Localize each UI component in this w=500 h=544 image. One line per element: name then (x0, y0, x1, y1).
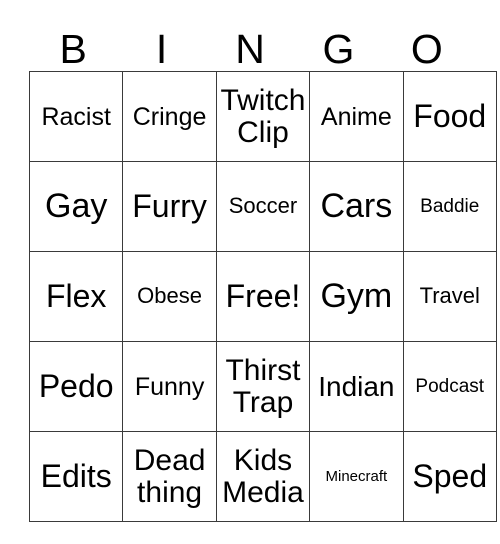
bingo-cell-n5[interactable]: Kids Media (215, 431, 311, 522)
bingo-cell-n4[interactable]: Thirst Trap (215, 341, 311, 432)
bingo-row: Gay Furry Soccer Cars Baddie (28, 161, 497, 252)
bingo-cell-label: Gay (45, 186, 108, 225)
bingo-cell-i3[interactable]: Obese (122, 251, 217, 342)
bingo-cell-label: Minecraft (325, 467, 388, 485)
bingo-cell-g3[interactable]: Gym (309, 251, 404, 342)
bingo-cell-g2[interactable]: Cars (309, 161, 404, 252)
bingo-cell-label: Obese (137, 283, 202, 309)
bingo-cell-n2[interactable]: Soccer (215, 161, 311, 252)
bingo-cell-g5[interactable]: Minecraft (309, 431, 404, 522)
bingo-cell-b3[interactable]: Flex (28, 251, 124, 342)
bingo-cell-label: Travel (419, 283, 480, 309)
bingo-cell-label: Flex (45, 277, 107, 314)
bingo-cell-b5[interactable]: Edits (28, 431, 124, 522)
bingo-cell-o1[interactable]: Food (402, 71, 497, 162)
bingo-grid: Racist Cringe Twitch Clip Anime Food Gay… (28, 71, 497, 522)
bingo-cell-label: Twitch Clip (220, 84, 306, 149)
bingo-cell-label: Indian (318, 370, 395, 402)
bingo-cell-label: Edits (40, 457, 112, 494)
bingo-row: Flex Obese Free! Gym Travel (28, 251, 497, 342)
bingo-cell-label: Racist (41, 102, 111, 131)
bingo-row: Racist Cringe Twitch Clip Anime Food (28, 71, 497, 162)
bingo-cell-o5[interactable]: Sped (402, 431, 497, 522)
bingo-cell-free-space[interactable]: Free! (215, 251, 311, 342)
bingo-cell-b2[interactable]: Gay (28, 161, 124, 252)
bingo-cell-o2[interactable]: Baddie (402, 161, 497, 252)
bingo-header-letter-g: G (322, 26, 355, 72)
bingo-cell-label: Gym (320, 276, 393, 315)
bingo-header-letter-o: O (410, 26, 443, 72)
bingo-cell-i2[interactable]: Furry (122, 161, 217, 252)
bingo-cell-b4[interactable]: Pedo (28, 341, 124, 432)
bingo-cell-label: Baddie (420, 195, 480, 217)
bingo-cell-label: Sped (412, 457, 488, 494)
bingo-cell-b1[interactable]: Racist (28, 71, 124, 162)
bingo-row: Edits Dead thing Kids Media Minecraft Sp… (28, 431, 497, 522)
bingo-cell-label: Pedo (38, 367, 114, 404)
bingo-cell-i4[interactable]: Funny (122, 341, 217, 432)
bingo-cell-i5[interactable]: Dead thing (122, 431, 217, 522)
bingo-cell-g4[interactable]: Indian (309, 341, 404, 432)
bingo-header-letter-n: N (235, 26, 265, 72)
bingo-cell-label: Funny (134, 372, 205, 401)
bingo-cell-n1[interactable]: Twitch Clip (215, 71, 311, 162)
bingo-cell-label: Free! (225, 277, 301, 314)
bingo-cell-label: Cringe (132, 102, 207, 131)
bingo-cell-o4[interactable]: Podcast (402, 341, 497, 432)
bingo-cell-label: Cars (320, 186, 393, 225)
bingo-cell-i1[interactable]: Cringe (122, 71, 217, 162)
bingo-cell-label: Food (413, 97, 487, 134)
bingo-cell-label: Thirst Trap (225, 354, 301, 419)
bingo-cell-label: Dead thing (133, 444, 206, 509)
bingo-cell-label: Kids Media (222, 444, 304, 509)
bingo-header-row: B I N G O (29, 14, 471, 71)
bingo-header-letter-i: I (155, 26, 168, 72)
bingo-card: B I N G O Racist Cringe Twitch Clip Anim… (28, 14, 497, 522)
bingo-cell-o3[interactable]: Travel (402, 251, 497, 342)
bingo-cell-label: Anime (320, 102, 392, 131)
bingo-cell-label: Podcast (415, 375, 485, 397)
bingo-cell-label: Soccer (228, 193, 298, 219)
bingo-cell-label: Furry (132, 187, 207, 224)
bingo-row: Pedo Funny Thirst Trap Indian Podcast (28, 341, 497, 432)
bingo-cell-g1[interactable]: Anime (309, 71, 404, 162)
bingo-header-letter-b: B (59, 26, 87, 72)
